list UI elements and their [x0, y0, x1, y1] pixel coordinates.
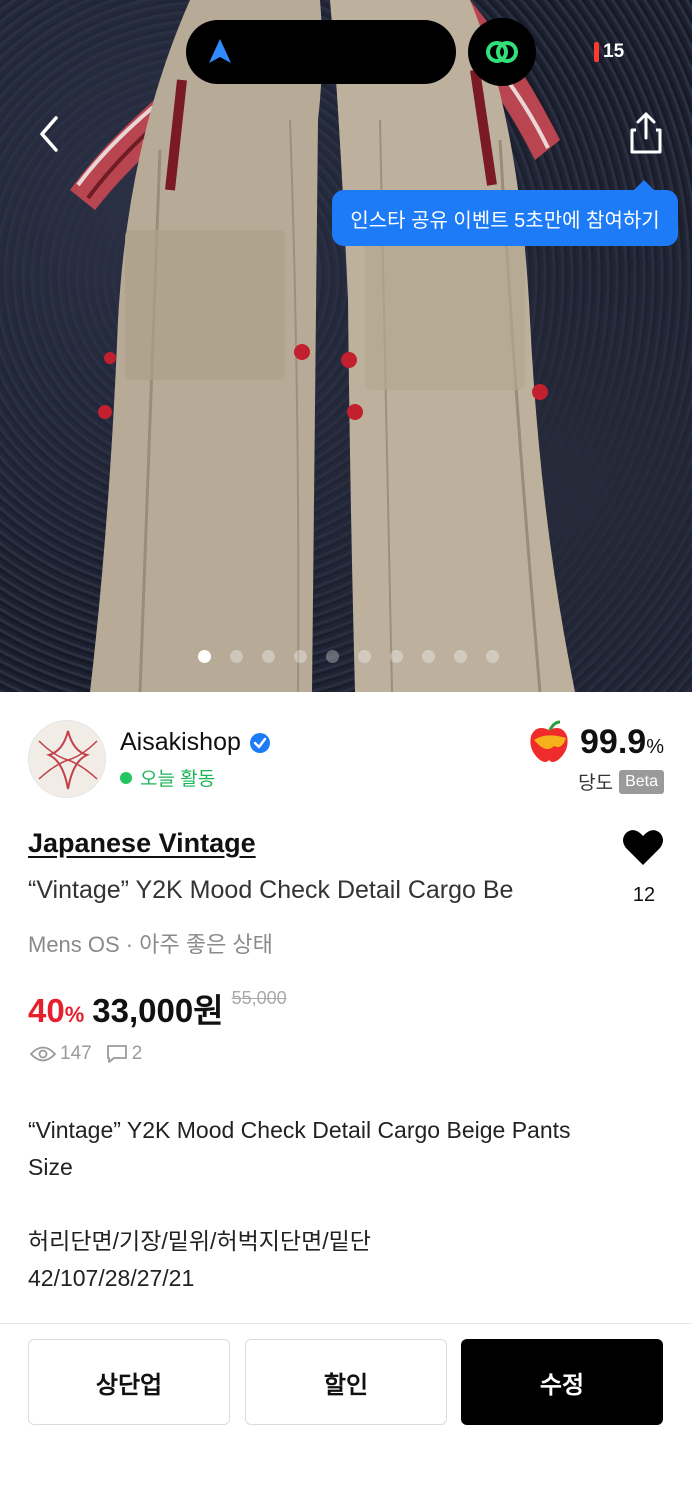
product-description: “Vintage” Y2K Mood Check Detail Cargo Be…	[28, 1112, 668, 1297]
views-stat: 147	[30, 1043, 92, 1065]
edit-button[interactable]: 수정	[461, 1339, 663, 1425]
carousel-dot[interactable]	[294, 650, 307, 663]
tooltip-text: 인스타 공유 이벤트 5초만에 참여하기	[350, 209, 660, 232]
carousel-dot[interactable]	[198, 650, 211, 663]
product-image-carousel[interactable]: 15 인스타 공유 이벤트 5초만에 참여하기	[0, 0, 692, 692]
score-unit: %	[646, 735, 664, 758]
seller-name-row[interactable]: Aisakishop	[120, 728, 271, 757]
like-count: 12	[632, 884, 656, 906]
carousel-dot[interactable]	[486, 650, 499, 663]
original-price: 55,000	[231, 988, 287, 1008]
back-arrow-icon[interactable]	[30, 112, 70, 156]
description-line: “Vintage” Y2K Mood Check Detail Cargo Be…	[28, 1117, 571, 1143]
comments-count: 2	[131, 1043, 143, 1064]
carousel-dot[interactable]	[358, 650, 371, 663]
eye-icon	[30, 1046, 56, 1062]
carousel-dot[interactable]	[422, 650, 435, 663]
product-stats: 147 2	[30, 1043, 142, 1065]
share-event-tooltip[interactable]: 인스타 공유 이벤트 5초만에 참여하기	[332, 180, 678, 246]
price-row: 40% 33,000원 55,000	[28, 984, 287, 1032]
product-photo	[70, 0, 575, 692]
apple-icon	[530, 720, 568, 762]
brand-link[interactable]: Japanese Vintage	[28, 828, 256, 859]
carousel-dot[interactable]	[230, 650, 243, 663]
online-dot-icon	[120, 771, 132, 784]
battery-indicator: 15	[594, 38, 624, 66]
carousel-dot[interactable]	[326, 650, 339, 663]
discount-rate: 40%	[28, 992, 84, 1030]
seller-name[interactable]: Aisakishop	[120, 728, 241, 757]
bump-button[interactable]: 상단업	[28, 1339, 230, 1425]
product-title: “Vintage” Y2K Mood Check Detail Cargo Be	[28, 876, 514, 904]
beta-badge: Beta	[619, 769, 664, 794]
carousel-dot[interactable]	[390, 650, 403, 663]
views-count: 147	[60, 1043, 92, 1064]
description-line: 허리단면/기장/밑위/허벅지단면/밑단	[28, 1228, 371, 1254]
navigation-arrow-icon	[209, 39, 231, 63]
product-meta: Mens OS · 아주 좋은 상태	[28, 932, 273, 957]
carousel-pagination	[198, 650, 499, 663]
sweetness-label-row: 당도 Beta	[578, 768, 664, 795]
score-value: 99.9	[580, 722, 647, 761]
activity-text: 오늘 활동	[140, 769, 216, 790]
bottom-bar-divider	[0, 1323, 692, 1324]
threads-icon[interactable]	[468, 18, 536, 86]
discount-button[interactable]: 할인	[245, 1339, 447, 1425]
discount-value: 40	[28, 992, 65, 1029]
sale-price: 33,000원	[92, 992, 224, 1029]
description-line: 42/107/28/27/21	[28, 1265, 195, 1291]
share-icon[interactable]	[624, 110, 668, 156]
description-line	[28, 1186, 668, 1223]
carousel-dot[interactable]	[454, 650, 467, 663]
sweetness-score[interactable]: 99.9%	[526, 720, 664, 764]
discount-unit: %	[64, 1002, 85, 1027]
comments-stat[interactable]: 2	[106, 1043, 143, 1065]
seller-activity: 오늘 활동	[120, 764, 215, 791]
battery-icon	[594, 42, 599, 62]
carousel-dot[interactable]	[262, 650, 275, 663]
comment-icon	[106, 1045, 127, 1063]
sweetness-label: 당도	[578, 773, 614, 794]
battery-level: 15	[603, 41, 625, 62]
score-value-row: 99.9%	[580, 723, 664, 762]
seller-logo-image	[38, 730, 98, 790]
verified-badge-icon	[249, 732, 270, 753]
description-line: Size	[28, 1154, 73, 1180]
seller-avatar[interactable]	[28, 720, 106, 798]
heart-icon[interactable]	[622, 828, 664, 866]
